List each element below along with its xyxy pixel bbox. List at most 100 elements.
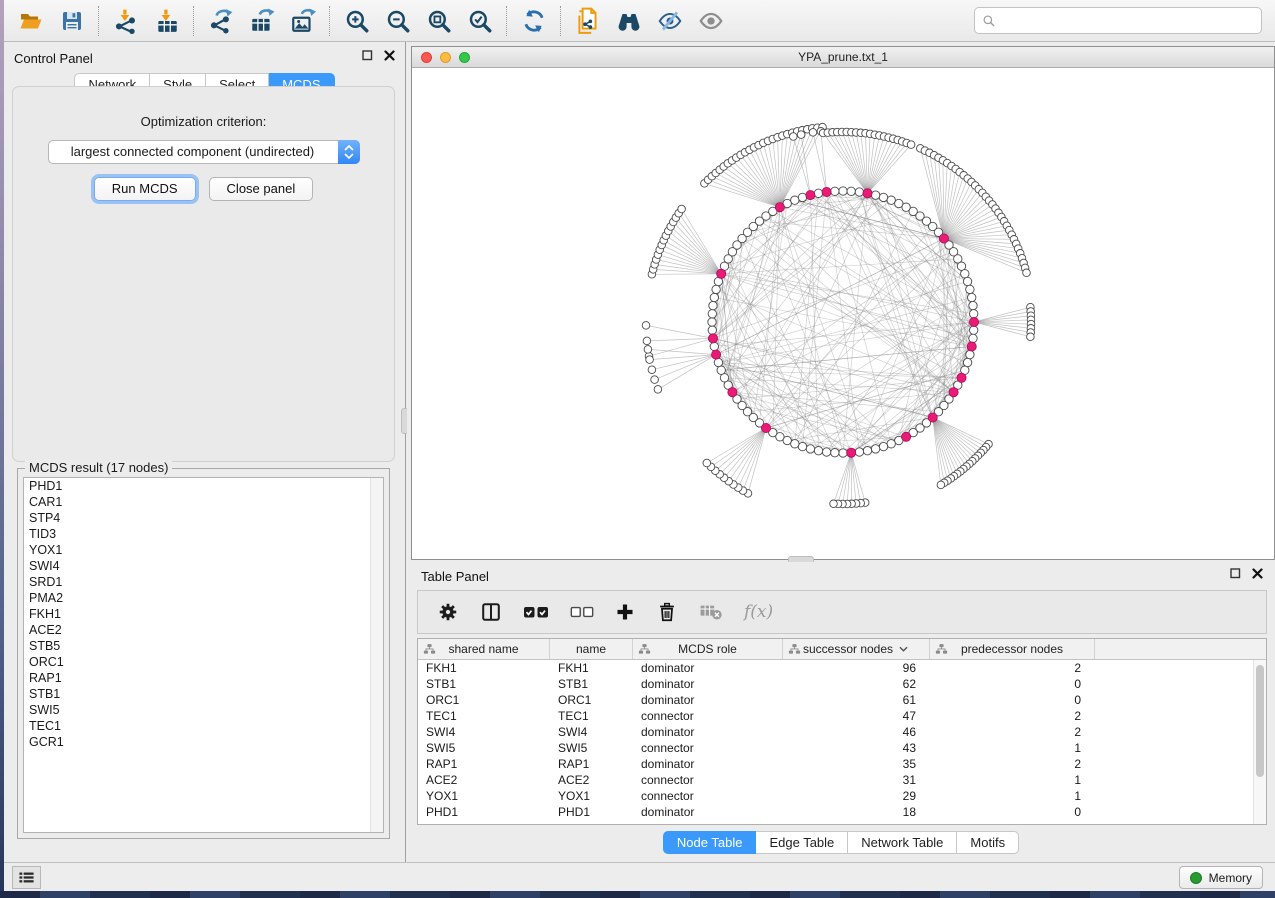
zoom-fit-button[interactable] [418,3,459,39]
tab-network-table[interactable]: Network Table [848,831,957,854]
list-item[interactable]: CAR1 [24,494,383,510]
column-header-predecessor-nodes[interactable]: predecessor nodes [930,639,1095,659]
list-item[interactable]: ACE2 [24,622,383,638]
task-history-button[interactable] [12,866,41,889]
list-item[interactable]: ORC1 [24,654,383,670]
list-item[interactable]: FKH1 [24,606,383,622]
search-field[interactable] [974,7,1262,34]
network-canvas[interactable] [412,68,1274,559]
control-panel: Control Panel NetworkStyleSelectMCDS Opt… [4,42,406,862]
list-item[interactable]: STB1 [24,686,383,702]
table-row[interactable]: TEC1TEC1connector472 [418,708,1266,724]
table-cell: RAP1 [418,756,550,772]
zoom-out-button[interactable] [377,3,418,39]
zoom-in-button[interactable] [336,3,377,39]
list-icon [18,870,35,885]
table-row[interactable]: ACE2ACE2connector311 [418,772,1266,788]
table-row[interactable]: SWI4SWI4dominator462 [418,724,1266,740]
float-panel-icon[interactable] [1230,568,1241,579]
table-cell: dominator [633,756,783,772]
open-file-button[interactable] [10,3,51,39]
zoom-out-icon [385,8,411,34]
close-panel-icon[interactable] [1252,568,1263,579]
table-scrollbar-thumb[interactable] [1256,665,1264,777]
zoom-selected-button[interactable] [459,3,500,39]
list-item[interactable]: GCR1 [24,734,383,750]
list-item[interactable]: SRD1 [24,574,383,590]
hide-eye-button[interactable] [690,3,731,39]
minimize-window-icon[interactable] [440,52,451,63]
list-item[interactable]: PMA2 [24,590,383,606]
hide-eye-icon [698,9,724,33]
binoculars-icon [615,9,643,33]
float-panel-icon[interactable] [362,50,373,61]
table-row[interactable]: STB1STB1dominator620 [418,676,1266,692]
column-header-name[interactable]: name [550,639,633,659]
close-panel-icon[interactable] [384,50,395,61]
binoculars-button[interactable] [608,3,649,39]
list-item[interactable]: TEC1 [24,718,383,734]
close-window-icon[interactable] [421,52,432,63]
tab-node-table[interactable]: Node Table [663,831,757,854]
column-header-label: successor nodes [803,642,893,656]
list-item[interactable]: YOX1 [24,542,383,558]
column-header-MCDS-role[interactable]: MCDS role [633,639,783,659]
table-scrollbar[interactable] [1253,660,1266,824]
list-item[interactable]: STB5 [24,638,383,654]
table-row[interactable]: PHD1PHD1dominator180 [418,804,1266,820]
table-row[interactable]: ORC1ORC1dominator610 [418,692,1266,708]
refresh-layout-button[interactable] [513,3,554,39]
import-table-icon [154,8,180,34]
column-header-successor-nodes[interactable]: successor nodes [783,639,930,659]
table-row[interactable]: YOX1YOX1connector291 [418,788,1266,804]
table-cell: connector [633,708,783,724]
run-mcds-button[interactable]: Run MCDS [94,177,196,201]
import-network-button[interactable] [105,3,146,39]
select-all-checkboxes-icon [523,603,549,621]
add-column-button[interactable] [615,602,635,622]
list-item[interactable]: SWI5 [24,702,383,718]
maximize-window-icon[interactable] [459,52,470,63]
list-item[interactable]: PHD1 [24,478,383,494]
list-item[interactable]: RAP1 [24,670,383,686]
mcds-list-scrollbar[interactable] [370,478,383,832]
table-cell: 1 [930,788,1095,804]
tab-motifs[interactable]: Motifs [957,831,1019,854]
function-builder-button: f(x) [744,602,773,622]
export-image-button[interactable] [282,3,323,39]
table-cell: 2 [930,756,1095,772]
column-header-shared-name[interactable]: shared name [418,639,550,659]
table-row[interactable]: RAP1RAP1dominator352 [418,756,1266,772]
main-toolbar [4,0,1275,42]
delete-column-button[interactable] [656,601,678,623]
share-document-button[interactable] [567,3,608,39]
optimization-criterion-value: largest connected component (undirected) [71,144,315,159]
search-input[interactable] [1002,13,1254,28]
table-cell: dominator [633,692,783,708]
network-window-titlebar[interactable]: YPA_prune.txt_1 [412,47,1274,68]
mcds-result-list[interactable]: PHD1CAR1STP4TID3YOX1SWI4SRD1PMA2FKH1ACE2… [23,477,384,833]
zoom-selected-icon [467,8,493,34]
add-column-icon [615,602,635,622]
optimization-criterion-dropdown[interactable]: largest connected component (undirected) [48,140,360,164]
network-graph[interactable] [412,68,1274,559]
settings-gear-button[interactable] [437,601,459,623]
close-panel-button[interactable]: Close panel [209,177,314,201]
split-columns-button[interactable] [480,601,502,623]
list-item[interactable]: STP4 [24,510,383,526]
export-table-button[interactable] [241,3,282,39]
list-item[interactable]: TID3 [24,526,383,542]
tab-edge-table[interactable]: Edge Table [756,831,848,854]
search-icon [982,14,996,28]
import-table-button[interactable] [146,3,187,39]
export-network-button[interactable] [200,3,241,39]
vizmapper-eye-button[interactable] [649,3,690,39]
select-all-checkboxes-button[interactable] [523,603,549,621]
deselect-checkboxes-button[interactable] [570,604,594,620]
list-item[interactable]: SWI4 [24,558,383,574]
memory-button[interactable]: Memory [1179,866,1263,889]
toolbar-icon-groups [10,3,731,39]
save-session-button[interactable] [51,3,92,39]
table-row[interactable]: FKH1FKH1dominator962 [418,660,1266,676]
table-row[interactable]: SWI5SWI5connector431 [418,740,1266,756]
